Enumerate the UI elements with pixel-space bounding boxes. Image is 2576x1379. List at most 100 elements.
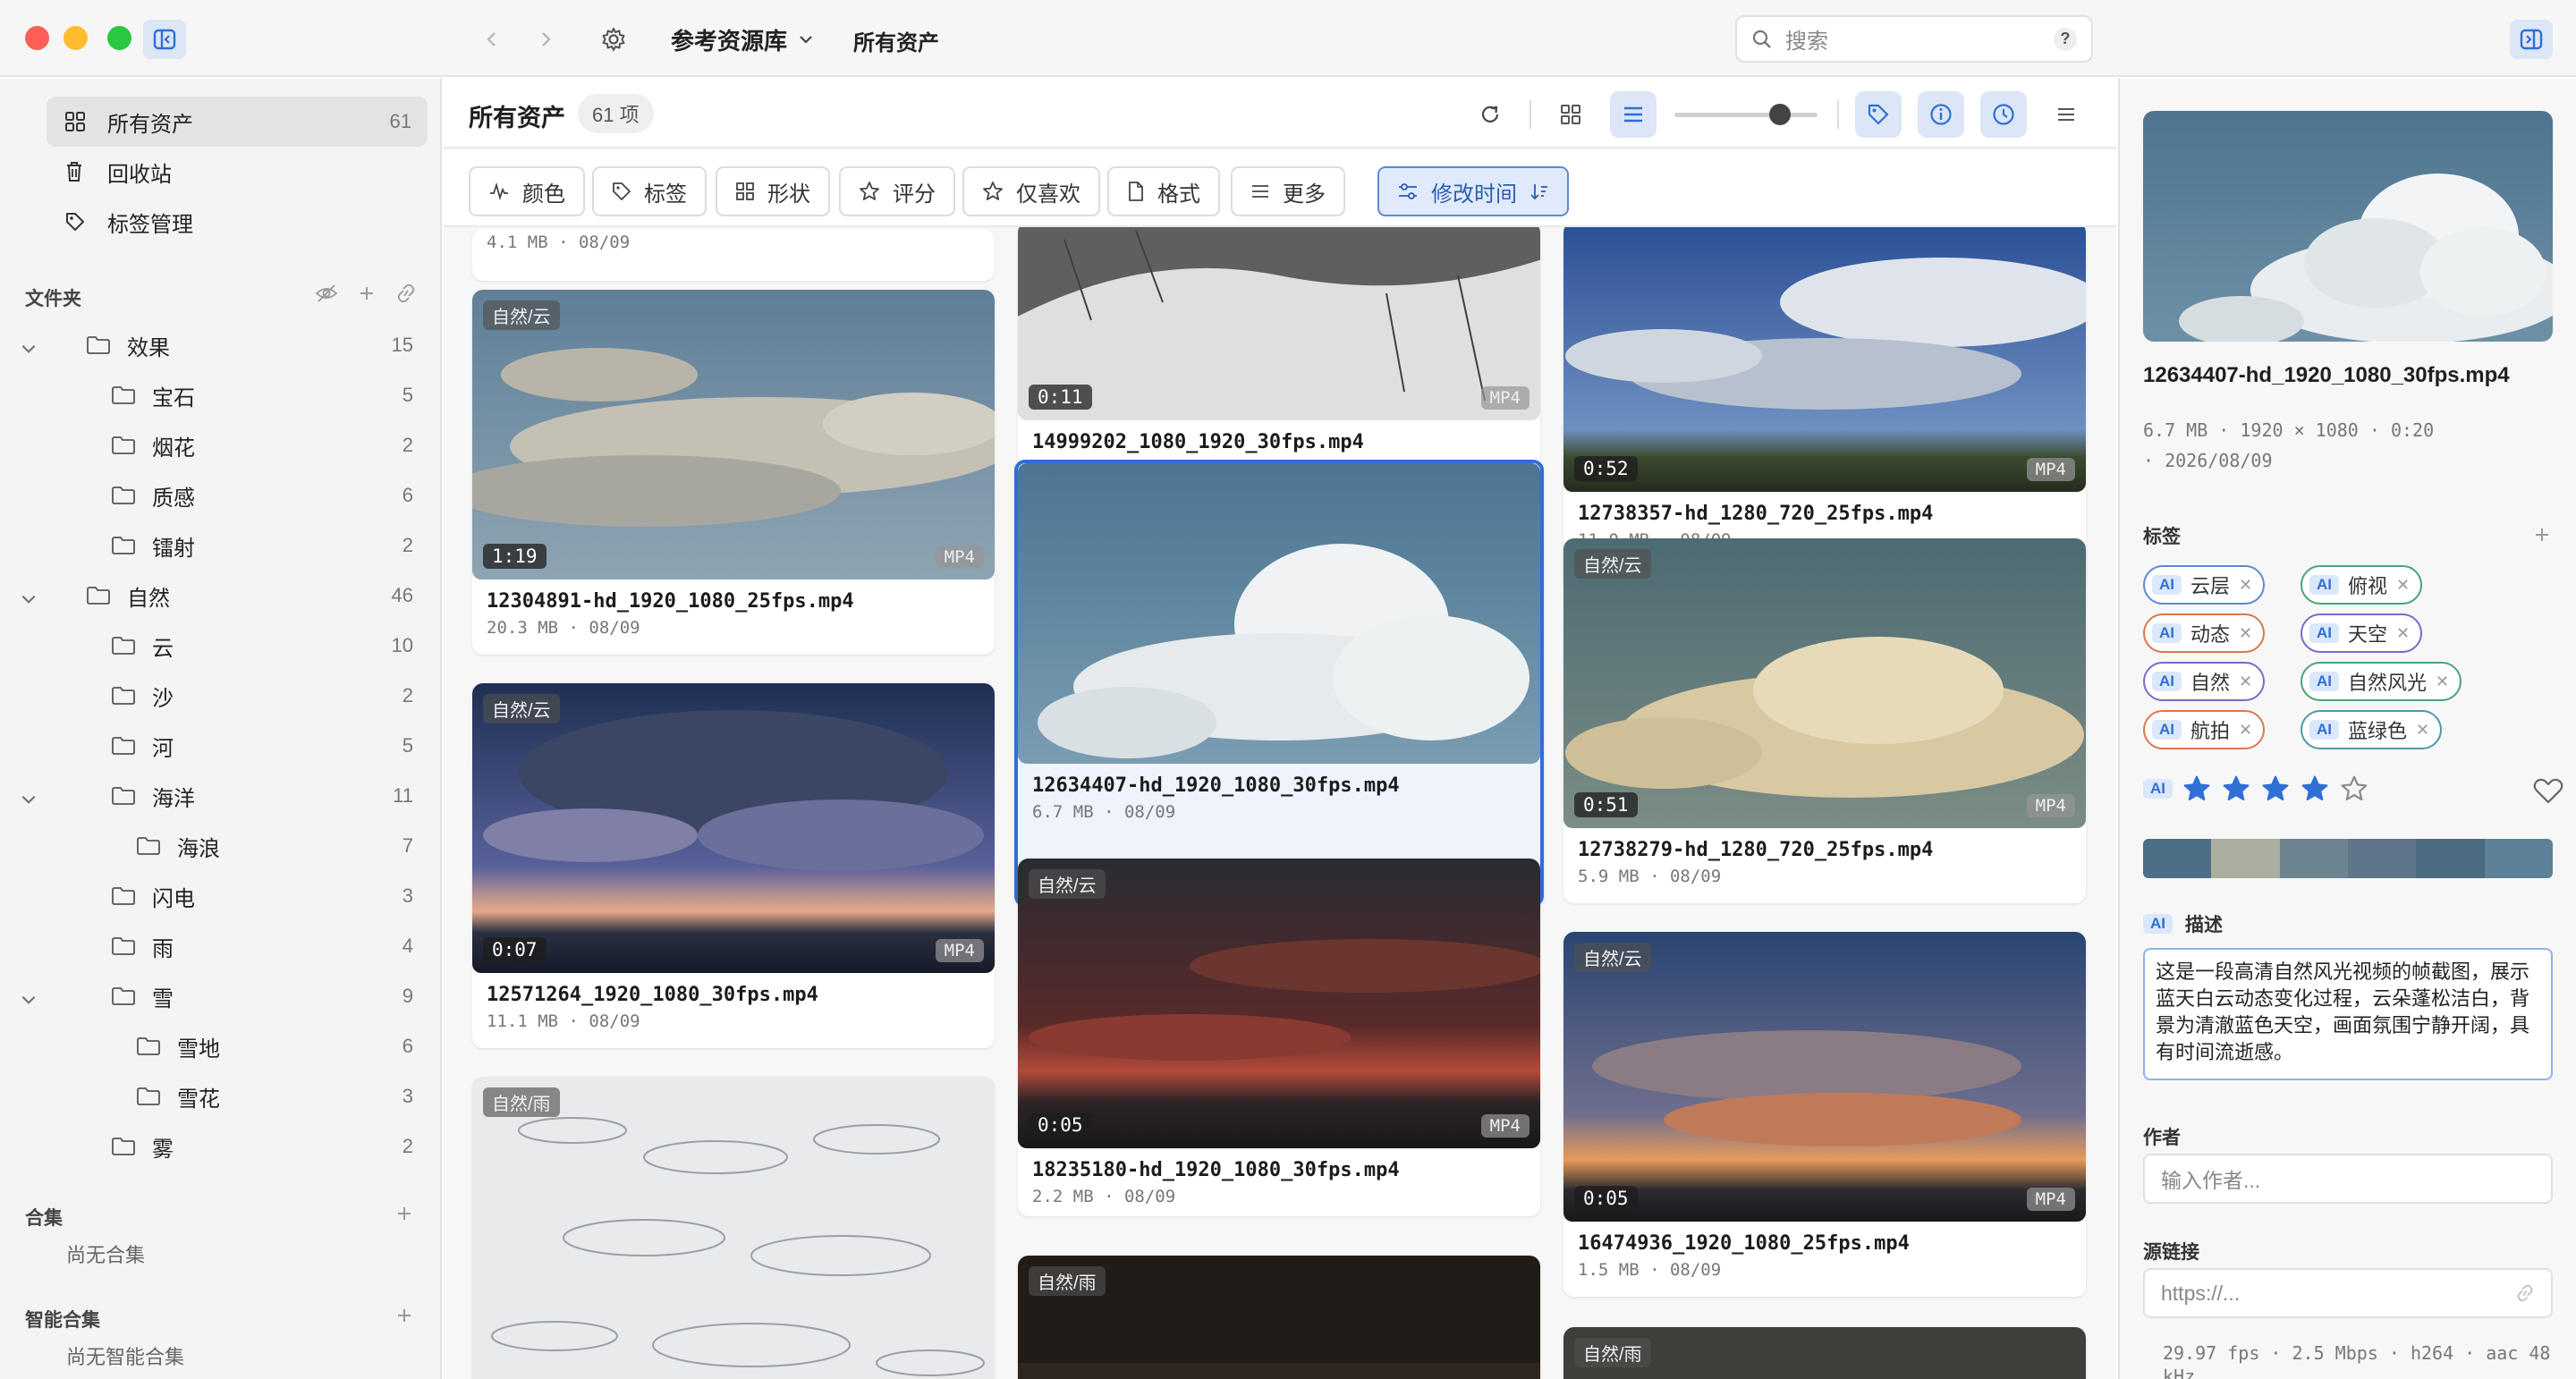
- grid-view-button[interactable]: [1547, 91, 1594, 138]
- filter-format-button[interactable]: 格式: [1107, 166, 1220, 216]
- folder-item[interactable]: 雨4: [111, 930, 413, 962]
- tags-panel-button[interactable]: [1855, 91, 1902, 138]
- asset-card[interactable]: 自然/雨: [1018, 1256, 1540, 1379]
- palette-swatch[interactable]: [2484, 839, 2553, 878]
- asset-card[interactable]: 自然/云 0:05 MP4 18235180-hd_1920_1080_30fps.m…: [1018, 859, 1540, 1216]
- remove-tag-icon[interactable]: ✕: [2239, 673, 2252, 691]
- tag-chip[interactable]: AI 俯视 ✕: [2301, 565, 2423, 605]
- sort-button[interactable]: 修改时间: [1377, 166, 1569, 216]
- folder-item[interactable]: 雪花 3: [136, 1080, 413, 1113]
- filter-color-button[interactable]: 颜色: [469, 166, 585, 216]
- tag-chip[interactable]: AI 自然 ✕: [2143, 662, 2266, 701]
- breadcrumb[interactable]: 所有资产: [853, 25, 939, 56]
- palette-swatch[interactable]: [2347, 839, 2417, 878]
- add-collection-icon[interactable]: [395, 1205, 413, 1222]
- star-filled-icon[interactable]: [2300, 774, 2330, 803]
- slider-knob[interactable]: [1769, 104, 1791, 125]
- tag-chip[interactable]: AI 天空 ✕: [2301, 613, 2423, 653]
- list-view-button[interactable]: [1610, 91, 1657, 138]
- asset-card-selected[interactable]: 12634407-hd_1920_1080_30fps.mp4 6.7 MB · …: [1014, 460, 1544, 907]
- eye-slash-icon[interactable]: [315, 283, 338, 304]
- asset-card[interactable]: 自然/云 0:51 MP4 12738279-hd_1280_720_25fps.mp…: [1563, 538, 2086, 903]
- sidebar-toggle-button[interactable]: [143, 20, 186, 59]
- remove-tag-icon[interactable]: ✕: [2436, 673, 2449, 691]
- folder-item[interactable]: 雪地 6: [136, 1030, 413, 1062]
- asset-card[interactable]: 自然/云 1:19 MP4 12304891-hd_1920_1080_25fps.m…: [472, 290, 995, 655]
- tag-chip[interactable]: AI 自然风光 ✕: [2301, 662, 2462, 701]
- add-smart-collection-icon[interactable]: [395, 1307, 413, 1324]
- asset-card[interactable]: 自然/雨: [472, 1077, 995, 1379]
- chevron-down-icon[interactable]: [20, 791, 38, 808]
- library-switcher[interactable]: 参考资源库: [671, 21, 814, 57]
- filter-liked-button[interactable]: 仅喜欢: [962, 166, 1100, 216]
- asset-card[interactable]: 自然/雨: [1563, 1327, 2086, 1379]
- plus-icon[interactable]: [358, 284, 376, 302]
- chevron-down-icon[interactable]: [20, 991, 38, 1009]
- color-palette[interactable]: [2143, 839, 2553, 878]
- asset-card[interactable]: 自然/云 0:05 MP4 16474936_1920_1080_25fps.mp4 1…: [1563, 932, 2086, 1297]
- folder-item[interactable]: 河5: [111, 730, 413, 762]
- star-outline-icon[interactable]: [2339, 774, 2369, 803]
- rating[interactable]: AI: [2143, 774, 2369, 803]
- sidebar-item-tag-manager[interactable]: 标签管理: [47, 197, 428, 247]
- palette-swatch[interactable]: [2279, 839, 2348, 878]
- remove-tag-icon[interactable]: ✕: [2239, 721, 2252, 740]
- star-filled-icon[interactable]: [2260, 774, 2291, 803]
- folder-item[interactable]: 沙2: [111, 680, 413, 712]
- chevron-down-icon[interactable]: [20, 590, 38, 608]
- settings-button[interactable]: [594, 20, 633, 59]
- folder-item[interactable]: 镭射 2: [111, 529, 413, 562]
- remove-tag-icon[interactable]: ✕: [2396, 624, 2410, 643]
- source-link-input[interactable]: https://...: [2143, 1268, 2553, 1318]
- asset-card[interactable]: 自然/云 0:07 MP4 12571264_1920_1080_30fps.mp4 1…: [472, 683, 995, 1048]
- link-icon[interactable]: [2515, 1284, 2535, 1302]
- filter-tag-button[interactable]: 标签: [592, 166, 707, 216]
- sidebar-item-trash[interactable]: 回收站: [47, 147, 428, 197]
- minimize-window-button[interactable]: [64, 26, 88, 50]
- more-menu-button[interactable]: [2043, 91, 2089, 138]
- folder-item[interactable]: 烟花 2: [111, 429, 413, 461]
- back-button[interactable]: [476, 23, 508, 55]
- search-help-button[interactable]: ?: [2054, 27, 2077, 51]
- forward-button[interactable]: [530, 23, 562, 55]
- filter-more-button[interactable]: 更多: [1231, 166, 1345, 216]
- description-textarea[interactable]: 这是一段高清自然风光视频的帧截图，展示蓝天白云动态变化过程，云朵蓬松洁白，背景为…: [2143, 948, 2553, 1080]
- remove-tag-icon[interactable]: ✕: [2416, 721, 2429, 740]
- remove-tag-icon[interactable]: ✕: [2396, 576, 2410, 595]
- rating-stars[interactable]: [2182, 774, 2369, 803]
- sidebar-item-all-assets[interactable]: 所有资产 61: [47, 97, 428, 147]
- folder-item[interactable]: 雪9: [21, 980, 413, 1012]
- palette-swatch[interactable]: [2143, 839, 2212, 878]
- asset-card[interactable]: 4.1 MB · 08/09: [472, 229, 995, 281]
- tag-chip[interactable]: AI 云层 ✕: [2143, 565, 2266, 605]
- asset-card[interactable]: 0:52MP412738357-hd_1280_720_25fps.mp411.…: [1563, 222, 2086, 590]
- history-panel-button[interactable]: [1980, 91, 2027, 138]
- close-window-button[interactable]: [25, 26, 49, 50]
- remove-tag-icon[interactable]: ✕: [2239, 624, 2252, 643]
- folder-item[interactable]: 海浪 7: [136, 830, 413, 862]
- palette-swatch[interactable]: [2211, 839, 2280, 878]
- search-field[interactable]: 搜索 ?: [1735, 15, 2093, 63]
- info-panel-button[interactable]: [1918, 91, 1964, 138]
- link-icon[interactable]: [395, 283, 417, 303]
- author-input[interactable]: 输入作者...: [2143, 1154, 2553, 1204]
- inspector-toggle-button[interactable]: [2510, 20, 2553, 59]
- folder-item[interactable]: 自然 46: [21, 580, 413, 612]
- folder-item[interactable]: 云 10: [111, 630, 413, 662]
- tag-chip[interactable]: AI 动态 ✕: [2143, 613, 2266, 653]
- star-filled-icon[interactable]: [2221, 774, 2251, 803]
- inspector-preview[interactable]: [2143, 111, 2553, 342]
- filter-shape-button[interactable]: 形状: [716, 166, 830, 216]
- filter-rating-button[interactable]: 评分: [839, 166, 955, 216]
- heart-icon[interactable]: [2533, 778, 2563, 805]
- folder-item[interactable]: 效果 15: [21, 329, 413, 361]
- folder-item[interactable]: 闪电 3: [111, 880, 413, 912]
- tag-chip[interactable]: AI 航拍 ✕: [2143, 710, 2266, 749]
- zoom-window-button[interactable]: [107, 26, 131, 50]
- remove-tag-icon[interactable]: ✕: [2239, 576, 2252, 595]
- folder-item[interactable]: 质感 6: [111, 479, 413, 512]
- add-tag-icon[interactable]: [2533, 526, 2551, 544]
- palette-swatch[interactable]: [2416, 839, 2485, 878]
- tag-chip[interactable]: AI 蓝绿色 ✕: [2301, 710, 2443, 749]
- folder-item[interactable]: 海洋 11: [21, 780, 413, 812]
